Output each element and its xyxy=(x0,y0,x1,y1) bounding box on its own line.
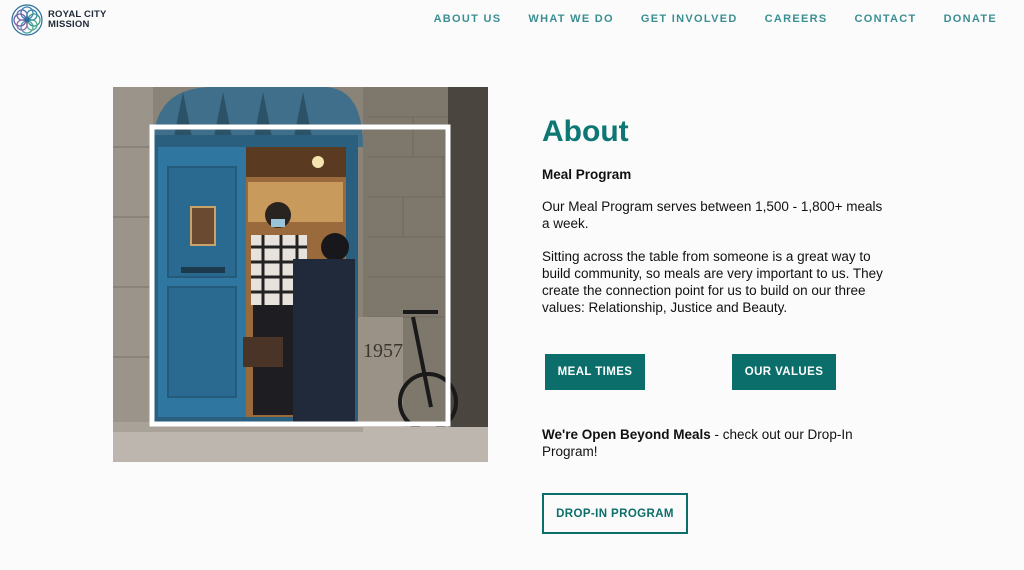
drop-in-program-button[interactable]: DROP-IN PROGRAM xyxy=(542,493,688,534)
nav-donate[interactable]: DONATE xyxy=(944,13,997,25)
logo[interactable]: ROYAL CITY MISSION xyxy=(11,4,107,36)
site-header: ROYAL CITY MISSION ABOUT US WHAT WE DO G… xyxy=(0,0,1024,40)
page-title: About xyxy=(542,115,629,148)
mission-logo-icon xyxy=(11,4,43,36)
year-inscription: 1957 xyxy=(363,340,403,362)
open-beyond-meals-bold: We're Open Beyond Meals xyxy=(542,427,711,442)
nav-contact[interactable]: CONTACT xyxy=(855,13,917,25)
brand-line-2: MISSION xyxy=(48,19,90,30)
nav-what-we-do[interactable]: WHAT WE DO xyxy=(528,13,614,25)
church-doorway-image: 1957 xyxy=(113,87,488,462)
brand-name: ROYAL CITY MISSION xyxy=(48,10,107,30)
meal-times-button[interactable]: MEAL TIMES xyxy=(545,354,645,390)
nav-about-us[interactable]: ABOUT US xyxy=(434,13,502,25)
community-paragraph: Sitting across the table from someone is… xyxy=(542,249,883,315)
nav-get-involved[interactable]: GET INVOLVED xyxy=(641,13,738,25)
section-subtitle: Meal Program xyxy=(542,167,632,182)
nav-careers[interactable]: CAREERS xyxy=(765,13,828,25)
open-beyond-meals-text: We're Open Beyond Meals - check out our … xyxy=(542,426,872,460)
meal-program-photo: 1957 xyxy=(113,87,488,462)
main-nav: ABOUT US WHAT WE DO GET INVOLVED CAREERS… xyxy=(407,13,997,25)
our-values-button[interactable]: OUR VALUES xyxy=(732,354,836,390)
meal-count-paragraph: Our Meal Program serves between 1,500 - … xyxy=(542,199,883,231)
about-section: About Meal Program Our Meal Program serv… xyxy=(542,112,892,316)
